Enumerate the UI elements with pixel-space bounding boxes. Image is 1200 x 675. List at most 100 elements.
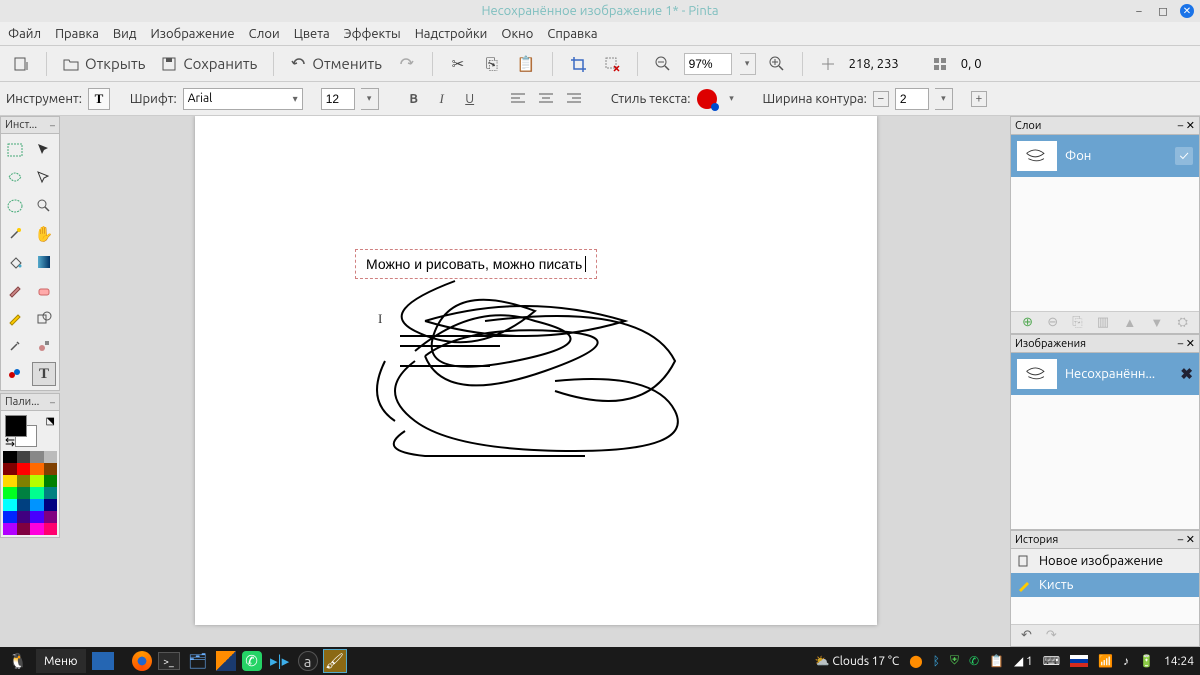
align-left-icon[interactable] (507, 88, 529, 110)
zoom-input[interactable] (684, 53, 732, 75)
text-input-box[interactable]: Можно и рисовать, можно писать (355, 249, 597, 279)
show-desktop-icon[interactable] (92, 652, 114, 670)
tool-eraser-icon[interactable] (32, 278, 56, 302)
close-panel-icon[interactable]: ✕ (1186, 338, 1195, 350)
pinta-taskbar-icon[interactable]: 🖌 (324, 650, 346, 672)
align-right-icon[interactable] (563, 88, 585, 110)
text-color-swatch[interactable] (697, 89, 717, 109)
close-button[interactable]: ✕ (1180, 4, 1194, 18)
collapse-icon[interactable]: – (50, 120, 55, 131)
minimize-button[interactable]: − (1132, 4, 1146, 18)
layer-visible-checkbox[interactable]: ✓ (1175, 147, 1193, 165)
undo-button[interactable]: Отменить (286, 51, 386, 77)
battery-icon[interactable]: 🔋 (1139, 654, 1154, 668)
menu-edit[interactable]: Правка (55, 27, 99, 41)
tray-icon[interactable]: ⬤ (909, 654, 922, 668)
bluetooth-icon[interactable]: ᛒ (933, 655, 940, 668)
italic-button[interactable]: I (431, 88, 453, 110)
zoom-out-icon[interactable] (650, 51, 676, 77)
clock[interactable]: 14:24 (1164, 655, 1194, 668)
minimize-panel-icon[interactable]: – (1178, 120, 1183, 132)
image-row[interactable]: Несохранённ... ✖ (1011, 353, 1199, 395)
tool-brush-icon[interactable] (3, 278, 27, 302)
align-center-icon[interactable] (535, 88, 557, 110)
add-layer-icon[interactable]: ⊕ (1022, 315, 1033, 330)
menu-window[interactable]: Окно (501, 27, 533, 41)
swap-colors-icon[interactable]: ⇆ (5, 435, 15, 449)
tool-gradient-icon[interactable] (32, 250, 56, 274)
outline-width-input[interactable] (895, 88, 929, 110)
open-button[interactable]: Открыть (59, 51, 149, 77)
tool-fill-icon[interactable] (3, 250, 27, 274)
menu-colors[interactable]: Цвета (294, 27, 330, 41)
font-size-dropdown[interactable]: ▾ (361, 88, 379, 110)
minimize-panel-icon[interactable]: – (1178, 338, 1183, 350)
grayscale-row[interactable] (3, 451, 57, 463)
layer-properties-icon[interactable]: ⛭ (1177, 315, 1187, 330)
menu-addins[interactable]: Надстройки (415, 27, 488, 41)
zoom-in-icon[interactable] (764, 51, 790, 77)
tool-lasso-icon[interactable] (3, 166, 27, 190)
whatsapp-tray-icon[interactable]: ✆ (969, 654, 979, 668)
kde-connect-icon[interactable]: ▸|▸ (268, 649, 292, 673)
firefox-icon[interactable] (132, 651, 152, 671)
app-icon-2[interactable]: a (298, 651, 318, 671)
menu-file[interactable]: Файл (8, 27, 41, 41)
collapse-icon[interactable]: – (50, 397, 55, 408)
primary-color-swatch[interactable] (5, 415, 27, 437)
delete-layer-icon[interactable]: ⊖ (1047, 315, 1058, 330)
minimize-panel-icon[interactable]: – (1178, 534, 1183, 546)
move-layer-down-icon[interactable]: ▼ (1150, 315, 1163, 330)
start-menu-button[interactable]: Меню (36, 649, 86, 673)
tool-eyedropper-icon[interactable] (3, 334, 27, 358)
weather-widget[interactable]: ⛅ Clouds 17 °C (815, 654, 900, 668)
deselect-icon[interactable] (599, 51, 625, 77)
new-image-icon[interactable] (8, 51, 34, 77)
tool-zoom-icon[interactable] (32, 194, 56, 218)
whatsapp-icon[interactable]: ✆ (242, 651, 262, 671)
menu-help[interactable]: Справка (547, 27, 597, 41)
tool-shapes-icon[interactable] (32, 306, 56, 330)
history-item[interactable]: Кисть (1011, 573, 1199, 597)
history-item[interactable]: Новое изображение (1011, 549, 1199, 573)
clipboard-icon[interactable]: 📋 (989, 654, 1004, 668)
layer-row[interactable]: Фон ✓ (1011, 135, 1199, 177)
menu-view[interactable]: Вид (113, 27, 137, 41)
layers-panel-header[interactable]: Слои – ✕ (1011, 117, 1199, 135)
app-icon[interactable] (216, 651, 236, 671)
terminal-icon[interactable]: >_ (158, 652, 180, 670)
close-image-icon[interactable]: ✖ (1180, 365, 1193, 383)
font-family-select[interactable]: Arial (183, 88, 303, 110)
maximize-button[interactable]: ◻ (1156, 4, 1170, 18)
redo-button[interactable] (394, 51, 420, 77)
outline-increase-button[interactable]: + (971, 91, 987, 107)
menu-image[interactable]: Изображение (150, 27, 234, 41)
tool-rect-select-icon[interactable] (3, 138, 27, 162)
crop-icon[interactable] (565, 51, 591, 77)
close-panel-icon[interactable]: ✕ (1186, 534, 1195, 546)
save-button[interactable]: Сохранить (157, 51, 261, 77)
canvas[interactable]: Можно и рисовать, можно писать I (195, 116, 877, 625)
outline-width-dropdown[interactable]: ▾ (935, 88, 953, 110)
tool-pencil-icon[interactable] (3, 306, 27, 330)
tool-pan-icon[interactable]: ✋ (32, 222, 56, 246)
font-size-input[interactable] (321, 88, 355, 110)
menu-layers[interactable]: Слои (249, 27, 280, 41)
network-icon[interactable]: 📶 (1098, 654, 1113, 668)
palette-panel-header[interactable]: Пали...– (0, 393, 60, 411)
tool-magic-wand-icon[interactable] (3, 222, 27, 246)
underline-button[interactable]: U (459, 88, 481, 110)
history-undo-icon[interactable]: ↶ (1021, 628, 1032, 643)
tool-ellipse-select-icon[interactable] (3, 194, 27, 218)
outline-decrease-button[interactable]: − (873, 91, 889, 107)
bold-button[interactable]: B (403, 88, 425, 110)
history-redo-icon[interactable]: ↷ (1046, 628, 1057, 643)
tools-panel-header[interactable]: Инст...– (0, 116, 60, 134)
palette-grid[interactable] (3, 463, 57, 535)
close-panel-icon[interactable]: ✕ (1186, 120, 1195, 132)
notifications-icon[interactable]: ◢ 1 (1014, 654, 1033, 668)
paste-icon[interactable]: 📋 (513, 51, 540, 77)
move-layer-up-icon[interactable]: ▲ (1123, 315, 1136, 330)
tool-clone-icon[interactable] (32, 334, 56, 358)
shield-icon[interactable]: ⛨ (950, 654, 959, 668)
